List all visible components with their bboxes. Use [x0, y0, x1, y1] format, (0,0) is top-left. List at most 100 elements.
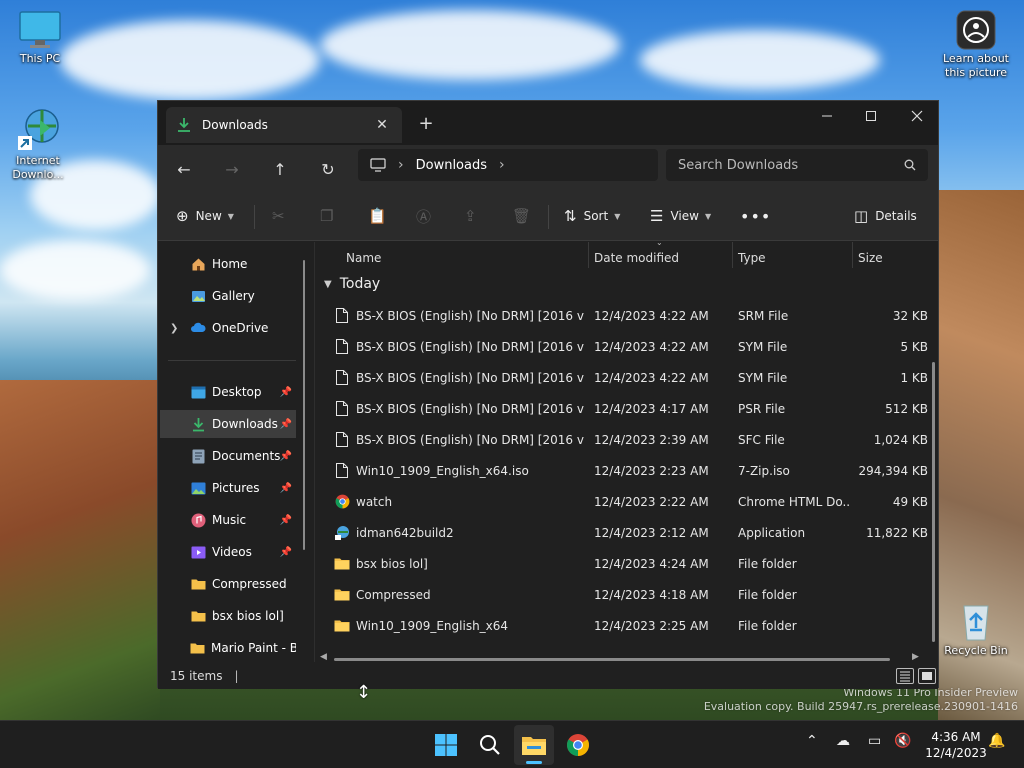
close-window-button[interactable]	[894, 101, 940, 131]
address-bar[interactable]: › Downloads ›	[358, 149, 658, 181]
pin-icon[interactable]: 📌	[280, 387, 292, 398]
column-divider[interactable]	[732, 242, 733, 268]
sidebar-item-onedrive[interactable]: ❯ OneDrive	[160, 314, 296, 342]
paste-button[interactable]: 📋	[368, 201, 394, 231]
idm-desktop-icon[interactable]: Internet Downlo...	[0, 106, 76, 182]
up-button[interactable]: ↑	[264, 153, 296, 185]
table-row[interactable]: Win10_1909_English_x64 12/4/2023 2:25 AM F…	[316, 610, 932, 641]
notification-bell-icon[interactable]: 🔔	[988, 733, 1005, 749]
resize-cursor-icon: ↕	[356, 682, 372, 703]
sidebar-item-bsx-bios[interactable]: bsx bios lol]	[160, 602, 296, 630]
sidebar-item-music[interactable]: Music 📌	[160, 506, 296, 534]
date-modified-cell: 12/4/2023 2:12 AM	[594, 525, 709, 540]
scroll-left-icon[interactable]: ◀	[320, 652, 327, 662]
table-row[interactable]: BS-X BIOS (English) [No DRM] [2016 v1.c.…	[316, 331, 932, 362]
cut-button[interactable]: ✂	[272, 201, 292, 231]
refresh-button[interactable]: ↻	[312, 153, 344, 185]
sidebar-item-documents[interactable]: Documents 📌	[160, 442, 296, 470]
folder-icon	[334, 556, 350, 572]
sidebar-item-mario-paint[interactable]: Mario Paint - BS	[160, 634, 296, 662]
taskbar: ⌃ ☁ ▭ 🔇 4:36 AM 12/4/2023 🔔	[0, 720, 1024, 768]
more-options-button[interactable]: •••	[740, 201, 771, 231]
arrow-left-icon: ←	[177, 159, 191, 179]
rename-button[interactable]: Ⓐ	[416, 201, 438, 231]
horizontal-scrollbar[interactable]	[334, 658, 890, 661]
volume-muted-icon[interactable]: 🔇	[894, 733, 911, 749]
refresh-icon: ↻	[321, 159, 335, 179]
tiles-view-button[interactable]	[918, 668, 936, 684]
column-header-name[interactable]: Name	[346, 244, 381, 272]
file-icon	[334, 339, 350, 355]
new-button[interactable]: ⊕ New ▼	[176, 201, 234, 231]
table-row[interactable]: BS-X BIOS (English) [No DRM] [2016 v1.3]…	[316, 424, 932, 455]
forward-button[interactable]: →	[216, 153, 248, 185]
column-header-type[interactable]: Type	[738, 244, 766, 272]
sidebar-item-pictures[interactable]: Pictures 📌	[160, 474, 296, 502]
close-tab-icon[interactable]: ✕	[372, 115, 392, 135]
recycle-bin-desktop-icon[interactable]: Recycle Bin	[936, 600, 1016, 658]
delete-button[interactable]: 🗑	[512, 201, 538, 231]
scroll-right-icon[interactable]: ▶	[912, 652, 919, 662]
clock[interactable]: 4:36 AM 12/4/2023	[916, 729, 996, 761]
file-explorer-taskbar-button[interactable]	[514, 725, 554, 765]
show-hidden-icons-chevron-icon[interactable]: ⌃	[806, 733, 818, 749]
table-row[interactable]: BS-X BIOS (English) [No DRM] [2016 v1.3]…	[316, 393, 932, 424]
sidebar-item-downloads[interactable]: Downloads 📌	[160, 410, 296, 438]
new-tab-button[interactable]: +	[416, 113, 436, 134]
sidebar-item-home[interactable]: Home	[160, 250, 296, 278]
column-divider[interactable]	[588, 242, 589, 268]
sidebar-item-videos[interactable]: Videos 📌	[160, 538, 296, 566]
search-box[interactable]: Search Downloads	[666, 149, 928, 181]
table-row[interactable]: bsx bios lol] 12/4/2023 4:24 AM File folde…	[316, 548, 932, 579]
network-icon[interactable]: ▭	[868, 733, 881, 749]
minimize-button[interactable]	[804, 101, 850, 131]
table-row[interactable]: Compressed 12/4/2023 4:18 AM File folder	[316, 579, 932, 610]
sidebar-scrollbar[interactable]	[303, 260, 305, 550]
details-view-button[interactable]	[896, 668, 914, 684]
pin-icon[interactable]: 📌	[280, 483, 292, 494]
this-pc-desktop-icon[interactable]: This PC	[2, 10, 78, 66]
chevron-right-icon[interactable]: ›	[499, 157, 505, 173]
vertical-scrollbar[interactable]	[932, 362, 935, 642]
maximize-button[interactable]	[848, 101, 894, 131]
sort-button[interactable]: ⇅ Sort ▼	[564, 201, 620, 231]
pane-divider[interactable]	[314, 242, 315, 662]
search-taskbar-button[interactable]	[470, 725, 510, 765]
details-pane-button[interactable]: ◫ Details	[854, 201, 917, 231]
column-header-date[interactable]: Date modified	[594, 244, 679, 272]
sidebar-item-compressed[interactable]: Compressed	[160, 570, 296, 598]
onedrive-offline-icon[interactable]: ☁	[836, 733, 850, 749]
column-divider[interactable]	[852, 242, 853, 268]
view-list-icon: ☰	[650, 207, 664, 225]
pin-icon[interactable]: 📌	[280, 451, 292, 462]
type-cell: File folder	[738, 587, 797, 602]
size-cell: 49 KB	[892, 494, 928, 509]
learn-picture-desktop-icon[interactable]: Learn about this picture	[936, 10, 1016, 80]
pin-icon[interactable]: 📌	[280, 515, 292, 526]
file-name: BS-X BIOS (English) [No DRM] [2016 v1.s.…	[356, 370, 584, 385]
chrome-taskbar-button[interactable]	[558, 725, 598, 765]
table-row[interactable]: watch 12/4/2023 2:22 AM Chrome HTML Do... 4…	[316, 486, 932, 517]
back-button[interactable]: ←	[168, 153, 200, 185]
start-button[interactable]	[426, 725, 466, 765]
cloud	[320, 10, 620, 80]
navigation-bar: ← → ↑ ↻ › Downloads › Search Downloads	[158, 145, 938, 193]
view-button[interactable]: ☰ View ▼	[650, 201, 711, 231]
sidebar-item-gallery[interactable]: Gallery	[160, 282, 296, 310]
tab-downloads[interactable]: Downloads ✕	[166, 107, 402, 143]
pin-icon[interactable]: 📌	[280, 419, 292, 430]
table-row[interactable]: BS-X BIOS (English) [No DRM] [2016 v1.3]…	[316, 300, 932, 331]
table-row[interactable]: idman642build2 12/4/2023 2:12 AM Applicati…	[316, 517, 932, 548]
column-header-size[interactable]: Size	[858, 244, 883, 272]
sidebar-item-desktop[interactable]: Desktop 📌	[160, 378, 296, 406]
copy-button[interactable]: ❐	[320, 201, 340, 231]
share-button[interactable]: ⇪	[464, 201, 484, 231]
table-row[interactable]: Win10_1909_English_x64.iso 12/4/2023 2:23…	[316, 455, 932, 486]
group-header-today[interactable]: ▼ Today	[324, 276, 380, 292]
sidebar-item-label: Compressed	[212, 577, 287, 591]
chevron-right-icon[interactable]: ❯	[170, 323, 178, 334]
table-row[interactable]: BS-X BIOS (English) [No DRM] [2016 v1.s.…	[316, 362, 932, 393]
music-icon	[190, 512, 206, 528]
breadcrumb-downloads[interactable]: Downloads	[416, 158, 487, 173]
pin-icon[interactable]: 📌	[280, 547, 292, 558]
